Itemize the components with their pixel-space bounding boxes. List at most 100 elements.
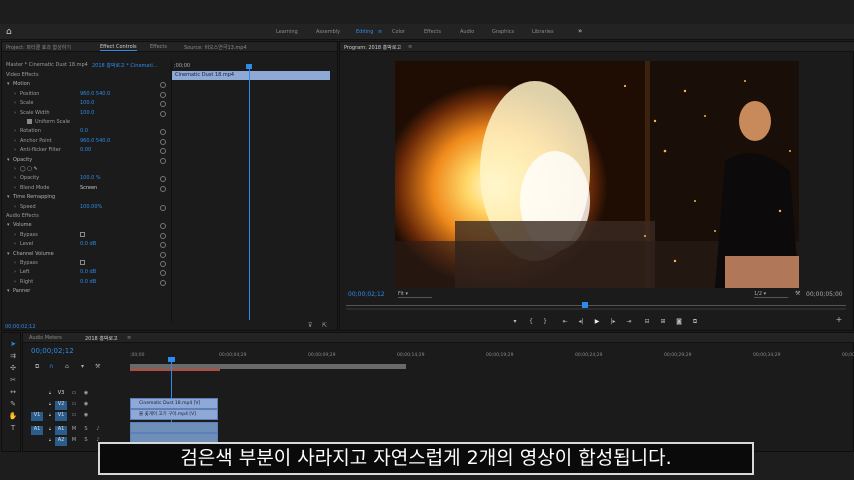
workspace-audio[interactable]: Audio xyxy=(460,29,474,35)
effect-row[interactable]: › Rotation 0.0 xyxy=(2,128,170,137)
eye-icon[interactable]: ◉ xyxy=(83,412,89,418)
checkbox[interactable] xyxy=(80,231,85,237)
settings-icon[interactable]: ⚒ xyxy=(95,363,100,370)
workspace-graphics[interactable]: Graphics xyxy=(492,29,514,35)
effect-row[interactable]: ▾ Panner xyxy=(2,288,170,297)
expand-caret-icon[interactable]: ▾ xyxy=(7,194,10,200)
effect-row[interactable]: ▾ Motion xyxy=(2,81,170,90)
go-to-out-icon[interactable]: ⇥ xyxy=(624,318,634,325)
video-frame[interactable] xyxy=(395,61,799,288)
export-icon[interactable]: ⇱ xyxy=(322,322,327,329)
marker-icon[interactable]: ▾ xyxy=(81,363,84,370)
mark-out-bracket-icon[interactable]: } xyxy=(540,318,550,325)
razor-tool-icon[interactable]: ✂ xyxy=(8,375,18,385)
program-scrub-bar[interactable] xyxy=(346,305,846,306)
reset-icon[interactable] xyxy=(160,251,166,258)
ripple-edit-icon[interactable]: ✣ xyxy=(8,363,18,373)
checkbox-wrap[interactable] xyxy=(80,260,85,266)
track-target[interactable]: A2 xyxy=(55,437,67,446)
effect-row-value[interactable]: 100.0 xyxy=(80,100,94,106)
tab-sequence[interactable]: 2018 홍박로고 xyxy=(85,335,118,342)
mini-clip-bar[interactable]: Cinematic Dust 18.mp4 xyxy=(172,71,330,80)
expand-caret-icon[interactable]: › xyxy=(14,260,16,266)
effect-row-value[interactable]: 0.0 xyxy=(80,128,88,134)
expand-caret-icon[interactable]: ▾ xyxy=(7,222,10,228)
expand-caret-icon[interactable]: › xyxy=(14,204,16,210)
expand-caret-icon[interactable]: ▾ xyxy=(7,288,10,294)
tab-audio-meters[interactable]: Audio Meters xyxy=(29,335,62,341)
track-select-icon[interactable]: ⇉ xyxy=(8,351,18,361)
effect-row[interactable]: › Scale 100.0 xyxy=(2,100,170,109)
mark-in-bracket-icon[interactable]: { xyxy=(526,318,536,325)
workspace-assembly[interactable]: Assembly xyxy=(316,29,340,35)
effect-row[interactable]: › ◯ ▢ ✎ xyxy=(2,166,170,175)
effect-row[interactable]: › Blend Mode Screen xyxy=(2,185,170,194)
workspace-learning[interactable]: Learning xyxy=(276,29,298,35)
checkbox[interactable] xyxy=(27,119,32,124)
effect-row-value[interactable]: 0.0 dB xyxy=(80,269,96,275)
sync-lock-icon[interactable]: ▭ xyxy=(71,401,77,407)
effect-row-value[interactable]: Screen xyxy=(80,185,97,191)
mute-icon[interactable]: M xyxy=(71,437,77,443)
lock-icon[interactable]: 🔒︎ xyxy=(47,412,53,418)
reset-icon[interactable] xyxy=(160,176,166,183)
mini-playhead-handle[interactable] xyxy=(246,64,252,69)
reset-icon[interactable] xyxy=(160,148,166,155)
hand-tool-icon[interactable]: ✋ xyxy=(8,411,18,421)
compare-icon[interactable]: ⧉ xyxy=(690,318,700,326)
workspace-color[interactable]: Color xyxy=(392,29,405,35)
wrench-icon[interactable]: ⚒ xyxy=(795,290,800,297)
expand-caret-icon[interactable]: › xyxy=(14,110,16,116)
reset-icon[interactable] xyxy=(160,101,166,108)
reset-icon[interactable] xyxy=(160,270,166,277)
reset-icon[interactable] xyxy=(160,82,166,89)
checkbox-wrap[interactable] xyxy=(80,231,85,238)
quality-dropdown[interactable]: 1/2 ▾ xyxy=(754,291,788,298)
fit-dropdown[interactable]: Fit ▾ xyxy=(398,291,432,298)
effect-row-value[interactable]: 100.00% xyxy=(80,204,102,210)
tab-source[interactable]: Source: 비오스연극13.mp4 xyxy=(184,44,247,51)
effect-row[interactable]: Uniform Scale xyxy=(2,119,170,128)
effect-row[interactable]: › Level 0.0 dB xyxy=(2,241,170,250)
expand-caret-icon[interactable]: › xyxy=(14,91,16,97)
voiceover-icon[interactable]: ♪ xyxy=(95,426,101,432)
effect-row[interactable]: › Speed 100.00% xyxy=(2,204,170,213)
reset-icon[interactable] xyxy=(160,129,166,136)
timeline-ruler[interactable]: ;00;00 00;00;04;29 00;00;09;29 00;00;14;29 0… xyxy=(130,351,854,361)
expand-caret-icon[interactable]: › xyxy=(14,185,16,191)
linked-icon[interactable]: ⌂ xyxy=(65,363,69,370)
expand-caret-icon[interactable]: › xyxy=(14,100,16,106)
reset-icon[interactable] xyxy=(160,223,166,230)
effect-row[interactable]: › Anchor Point 960.0 540.0 xyxy=(2,138,170,147)
add-button-icon[interactable]: + xyxy=(834,315,844,324)
tab-effects[interactable]: Effects xyxy=(150,44,167,50)
reset-icon[interactable] xyxy=(160,261,166,267)
play-icon[interactable]: ▶ xyxy=(592,318,602,325)
effect-row[interactable]: › Opacity 100.0 % xyxy=(2,175,170,184)
lock-icon[interactable]: 🔒︎ xyxy=(47,401,53,407)
effect-row-value[interactable]: 0.00 xyxy=(80,147,91,153)
go-to-in-icon[interactable]: ⇤ xyxy=(560,318,570,325)
eye-icon[interactable]: ◉ xyxy=(83,390,89,396)
reset-icon[interactable] xyxy=(160,138,166,145)
sequence-clip-label[interactable]: 2018 홍박로고 * Cinemati... xyxy=(92,62,158,69)
home-icon[interactable]: ⌂ xyxy=(6,27,16,37)
expand-caret-icon[interactable]: ▾ xyxy=(7,157,10,163)
expand-caret-icon[interactable]: › xyxy=(14,269,16,275)
insert-icon[interactable]: ⊟ xyxy=(642,318,652,325)
tab-project[interactable]: Project: 파티클 효과 합성하기 xyxy=(6,44,71,51)
effect-row[interactable]: ▾ Channel Volume xyxy=(2,251,170,260)
effect-row[interactable]: ▾ Opacity xyxy=(2,157,170,166)
reset-icon[interactable] xyxy=(160,204,166,211)
checkbox[interactable] xyxy=(80,260,85,265)
effect-row[interactable]: ▾ Time Remapping xyxy=(2,194,170,203)
expand-caret-icon[interactable]: ▾ xyxy=(7,251,10,257)
timeline-timecode[interactable]: 00;00;02;12 xyxy=(31,347,74,355)
effect-row-value[interactable]: 0.0 dB xyxy=(80,279,96,285)
tab-effect-controls[interactable]: Effect Controls xyxy=(100,44,137,51)
effect-row[interactable]: › Right 0.0 dB xyxy=(2,279,170,288)
workspace-libraries[interactable]: Libraries xyxy=(532,29,554,35)
step-back-icon[interactable]: ◂| xyxy=(576,318,586,325)
sync-lock-icon[interactable]: ▭ xyxy=(71,390,77,396)
effect-row[interactable]: › Position 960.0 540.0 xyxy=(2,91,170,100)
